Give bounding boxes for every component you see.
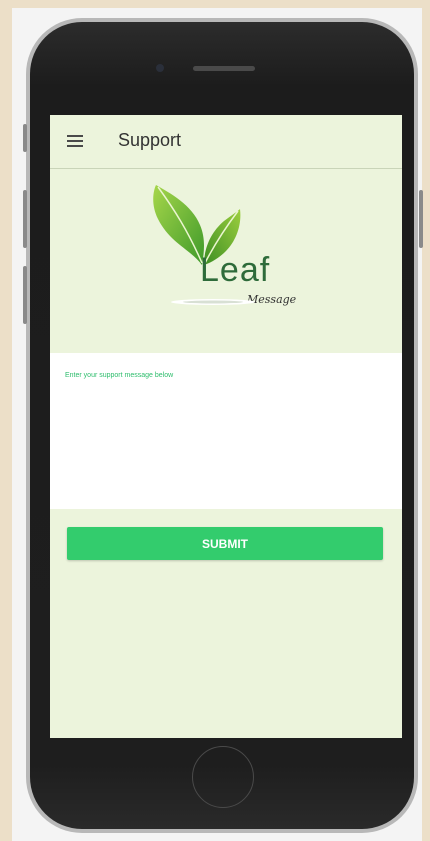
volume-up-button xyxy=(23,190,27,248)
logo-area: Leaf Message xyxy=(50,169,402,353)
support-message-input[interactable] xyxy=(50,383,402,507)
logo-swoosh-icon xyxy=(171,299,255,305)
volume-down-button xyxy=(23,266,27,324)
page-title: Support xyxy=(118,130,182,150)
power-button xyxy=(419,190,423,248)
support-message-box: Enter your support message below xyxy=(50,353,402,509)
phone-screen: Support Leaf Message Enter your support … xyxy=(50,115,402,738)
submit-button[interactable]: SUBMIT xyxy=(67,527,383,560)
mute-switch xyxy=(23,124,27,152)
home-button[interactable] xyxy=(192,746,254,808)
hamburger-menu-icon[interactable] xyxy=(67,135,83,149)
earpiece-speaker xyxy=(193,66,255,71)
message-label: Enter your support message below xyxy=(65,372,174,379)
front-camera xyxy=(156,64,164,72)
app-bar: Support xyxy=(50,115,402,169)
logo-wordmark: Leaf xyxy=(200,251,271,289)
